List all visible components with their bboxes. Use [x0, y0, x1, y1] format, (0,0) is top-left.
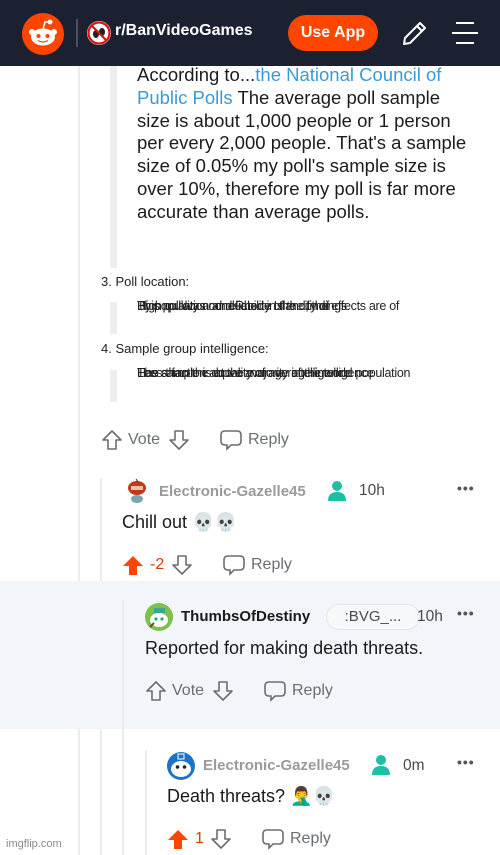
reply-icon: [262, 829, 284, 850]
upvote-button[interactable]: [144, 679, 168, 703]
watermark: imgflip.com: [6, 838, 62, 850]
downvote-icon: [169, 430, 189, 450]
vote-score: -2: [150, 556, 165, 573]
comment-time: 10h: [417, 608, 443, 625]
comment-username[interactable]: Electronic-Gazelle45: [159, 483, 306, 500]
comment-time: 0m: [403, 757, 425, 774]
op-person-icon: [327, 480, 347, 507]
overlap-line: High quality and reliability of the find…: [137, 299, 347, 313]
upvote-button[interactable]: [166, 827, 190, 851]
op-person-icon: [371, 754, 391, 781]
reply-label: Reply: [290, 830, 331, 847]
reddit-logo-icon[interactable]: [22, 13, 64, 55]
comment-text: Death threats? 🤦‍♂️💀: [167, 786, 335, 806]
comment-text: Reported for making death threats.: [145, 638, 424, 658]
more-options-button[interactable]: •••: [457, 605, 475, 621]
more-options-button[interactable]: •••: [457, 480, 475, 496]
comment-time: 10h: [359, 482, 385, 499]
downvote-button[interactable]: [170, 553, 194, 577]
avatar[interactable]: [167, 752, 195, 780]
more-options-button[interactable]: •••: [457, 754, 475, 770]
downvote-icon: [213, 681, 233, 701]
subreddit-icon[interactable]: [87, 21, 111, 45]
vote-label: Vote: [128, 431, 161, 448]
comment-text: Chill out 💀💀: [122, 512, 237, 532]
downvote-button[interactable]: [209, 827, 233, 851]
avatar[interactable]: [145, 603, 173, 631]
section-heading: 4. Sample group intelligence:: [101, 341, 269, 356]
upvote-button[interactable]: [100, 428, 124, 452]
subreddit-name[interactable]: r/BanVideoGames: [115, 22, 253, 40]
quoted-text: According to...the National Council of P…: [137, 64, 467, 224]
header-divider: [76, 19, 78, 47]
upvote-icon: [146, 681, 166, 701]
downvote-icon: [172, 555, 192, 575]
top-bar: r/BanVideoGames Use App: [0, 0, 500, 66]
user-flair: :BVG_...: [326, 604, 420, 630]
vote-score: 1: [195, 830, 204, 847]
overlap-line: Less than the equality of average intell…: [137, 366, 374, 380]
downvote-button[interactable]: [211, 679, 235, 703]
quote-bar: [110, 302, 117, 334]
pencil-icon[interactable]: [398, 18, 430, 55]
reply-label: Reply: [292, 682, 333, 699]
section-heading: 3. Poll location:: [101, 274, 190, 289]
upvote-button[interactable]: [121, 553, 145, 577]
thread-line[interactable]: [122, 600, 124, 855]
quote-lead: According to...: [137, 64, 256, 85]
reply-icon: [264, 681, 286, 702]
menu-icon[interactable]: [450, 18, 480, 53]
comment-username[interactable]: ThumbsOfDestiny: [181, 608, 310, 625]
comment-username[interactable]: Electronic-Gazelle45: [203, 757, 350, 774]
thread-line[interactable]: [145, 750, 147, 855]
upvote-icon: [102, 430, 122, 450]
reply-label: Reply: [248, 431, 289, 448]
upvote-filled-icon: [168, 830, 188, 849]
downvote-icon: [211, 829, 231, 849]
reply-button[interactable]: Reply: [261, 827, 331, 851]
quote-bar: [110, 370, 117, 402]
use-app-button[interactable]: Use App: [288, 15, 378, 51]
reply-button[interactable]: Reply: [263, 679, 333, 703]
downvote-button[interactable]: [167, 428, 191, 452]
reply-button[interactable]: Reply: [222, 553, 292, 577]
reply-label: Reply: [251, 556, 292, 573]
avatar[interactable]: [125, 478, 149, 504]
quote-bar: [110, 66, 117, 268]
thread-line[interactable]: [78, 66, 80, 855]
vote-label: Vote: [172, 682, 205, 699]
upvote-filled-icon: [123, 556, 143, 575]
reply-button[interactable]: Reply: [219, 428, 289, 452]
reply-icon: [223, 555, 245, 576]
reply-icon: [220, 430, 242, 451]
